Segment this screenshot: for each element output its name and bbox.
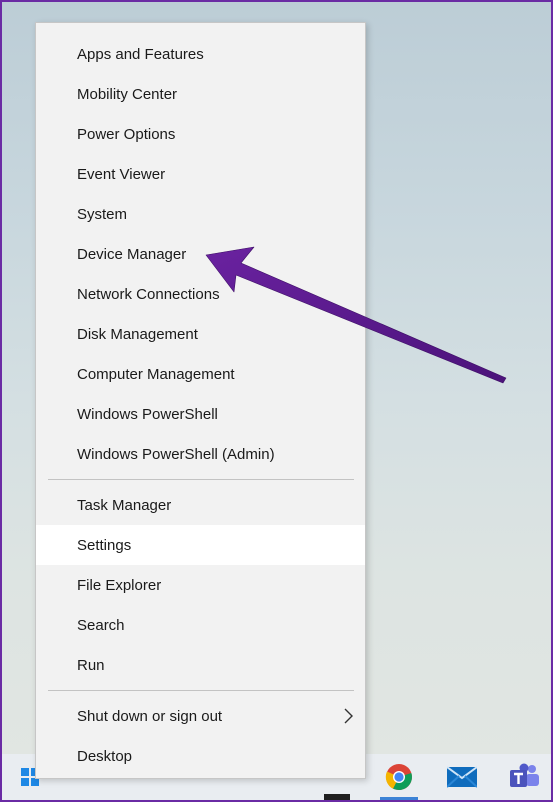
- menu-item-label: Search: [77, 616, 125, 634]
- menu-item-computer-management[interactable]: Computer Management: [36, 354, 365, 394]
- menu-item-device-manager[interactable]: Device Manager: [36, 234, 365, 274]
- menu-item-settings[interactable]: Settings: [36, 525, 365, 565]
- menu-item-task-manager[interactable]: Task Manager: [36, 485, 365, 525]
- menu-item-power-options[interactable]: Power Options: [36, 114, 365, 154]
- menu-item-windows-powershell-admin[interactable]: Windows PowerShell (Admin): [36, 434, 365, 474]
- menu-separator: [48, 690, 354, 691]
- menu-item-label: Apps and Features: [77, 45, 204, 63]
- menu-item-search[interactable]: Search: [36, 605, 365, 645]
- menu-item-network-connections[interactable]: Network Connections: [36, 274, 365, 314]
- menu-item-label: File Explorer: [77, 576, 162, 594]
- menu-item-label: Computer Management: [77, 365, 235, 383]
- menu-item-label: Windows PowerShell: [77, 405, 218, 423]
- menu-item-label: Task Manager: [77, 496, 172, 514]
- menu-item-label: Desktop: [77, 747, 133, 765]
- menu-item-label: Network Connections: [77, 285, 220, 303]
- menu-item-label: Windows PowerShell (Admin): [77, 445, 275, 463]
- menu-item-label: Power Options: [77, 125, 176, 143]
- menu-item-mobility-center[interactable]: Mobility Center: [36, 74, 365, 114]
- winx-context-menu: Apps and Features Mobility Center Power …: [35, 22, 366, 779]
- menu-item-system[interactable]: System: [36, 194, 365, 234]
- menu-item-label: Shut down or sign out: [77, 707, 223, 725]
- menu-item-disk-management[interactable]: Disk Management: [36, 314, 365, 354]
- menu-item-file-explorer[interactable]: File Explorer: [36, 565, 365, 605]
- menu-item-shut-down-or-sign-out[interactable]: Shut down or sign out: [36, 696, 365, 736]
- menu-item-label: System: [77, 205, 128, 223]
- menu-item-label: Device Manager: [77, 245, 187, 263]
- menu-item-desktop[interactable]: Desktop: [36, 736, 365, 776]
- menu-item-run[interactable]: Run: [36, 645, 365, 685]
- chrome-icon[interactable]: [376, 754, 422, 800]
- teams-icon[interactable]: [502, 754, 546, 800]
- menu-item-label: Event Viewer: [77, 165, 166, 183]
- menu-item-label: Settings: [77, 536, 132, 554]
- menu-item-label: Disk Management: [77, 325, 198, 343]
- chevron-right-icon: [344, 708, 353, 724]
- mail-icon[interactable]: [442, 754, 482, 800]
- menu-separator: [48, 479, 354, 480]
- menu-item-apps-and-features[interactable]: Apps and Features: [36, 34, 365, 74]
- menu-item-event-viewer[interactable]: Event Viewer: [36, 154, 365, 194]
- menu-item-windows-powershell[interactable]: Windows PowerShell: [36, 394, 365, 434]
- menu-item-label: Mobility Center: [77, 85, 178, 103]
- menu-item-label: Run: [77, 656, 105, 674]
